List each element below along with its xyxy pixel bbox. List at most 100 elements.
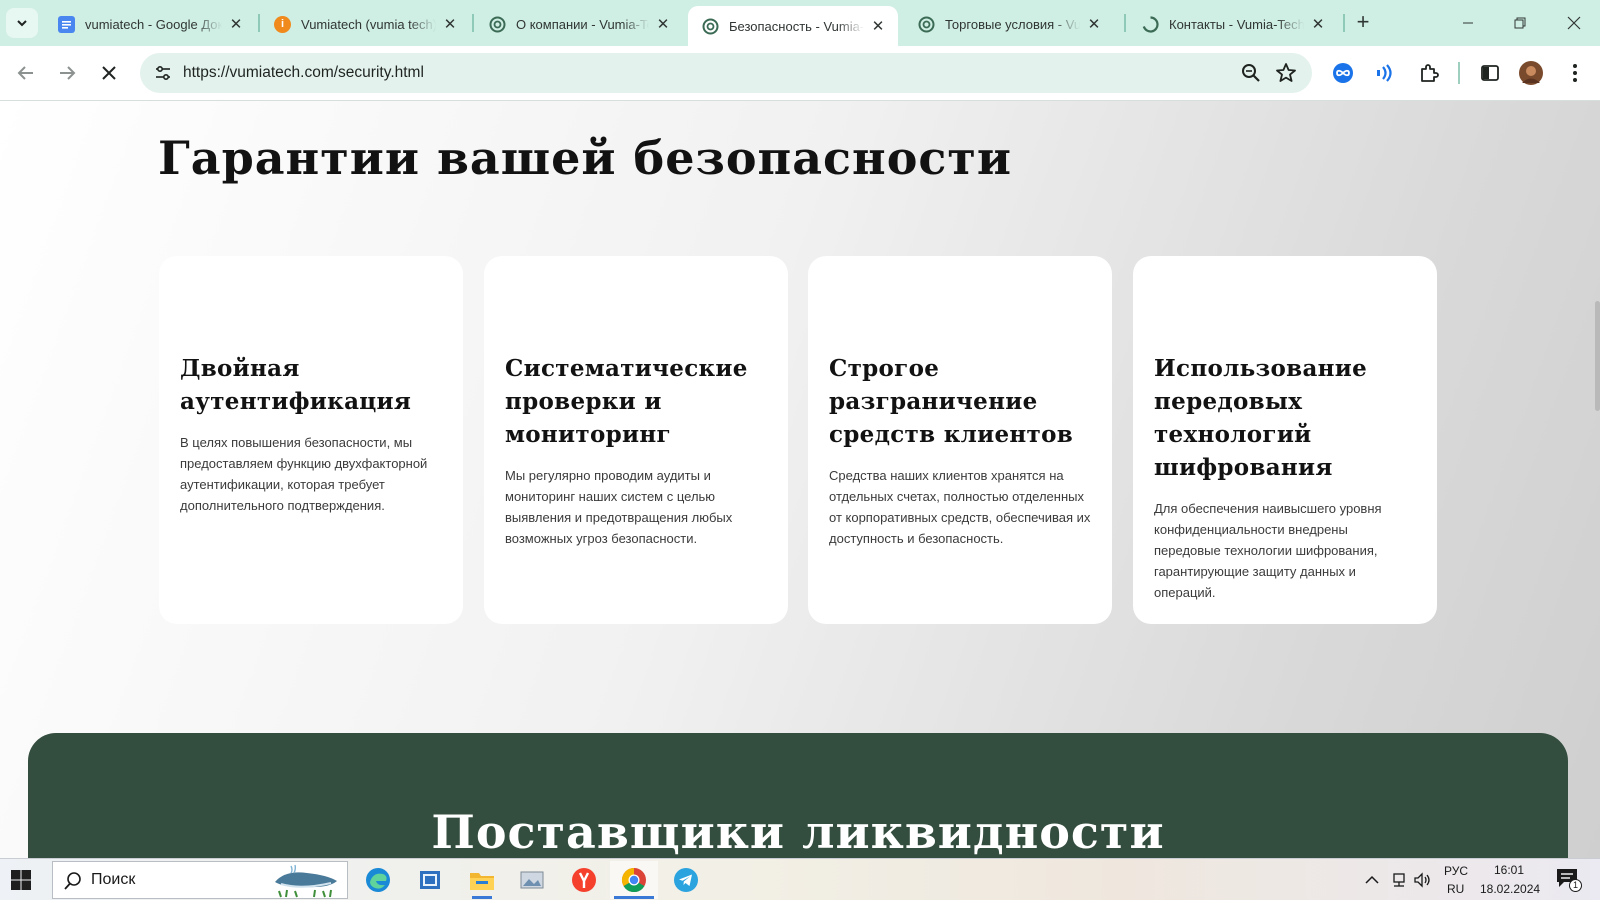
close-icon bbox=[102, 66, 116, 80]
bookmark-star-icon[interactable] bbox=[1274, 61, 1298, 85]
extension-infinity-icon[interactable] bbox=[1330, 60, 1356, 86]
more-vertical-icon bbox=[1573, 64, 1577, 82]
close-icon[interactable]: ✕ bbox=[1084, 14, 1104, 34]
close-icon[interactable]: ✕ bbox=[868, 16, 888, 36]
card-title: Использование передовых технологий шифро… bbox=[1154, 355, 1368, 481]
card-title: Систематические проверки и мониторинг bbox=[505, 355, 748, 448]
profile-avatar[interactable] bbox=[1518, 60, 1544, 86]
vumia-site-icon bbox=[702, 18, 719, 35]
arrow-right-icon bbox=[60, 66, 76, 80]
security-card-2fa: Двойная аутентификация В целях повышения… bbox=[159, 256, 463, 624]
close-icon[interactable]: ✕ bbox=[440, 14, 460, 34]
taskbar-yandex[interactable] bbox=[560, 861, 608, 899]
taskbar-photos[interactable] bbox=[508, 861, 556, 899]
chevron-up-icon[interactable] bbox=[1363, 871, 1381, 889]
security-card-encryption: Использование передовых технологий шифро… bbox=[1133, 256, 1437, 624]
search-label: Поиск bbox=[91, 871, 136, 888]
notification-count: 1 bbox=[1569, 879, 1582, 892]
site-info-button[interactable] bbox=[150, 60, 176, 86]
whale-illustration-icon bbox=[275, 864, 337, 898]
language-indicator-top[interactable]: РУС bbox=[1444, 864, 1468, 878]
restore-button[interactable] bbox=[1500, 8, 1540, 38]
page-scrollbar[interactable] bbox=[1595, 301, 1600, 411]
web-page-content: Гарантии вашей безопасности Двойная ауте… bbox=[0, 101, 1600, 858]
minimize-icon bbox=[1463, 22, 1473, 24]
browser-toolbar: https://vumiatech.com/security.html bbox=[0, 46, 1600, 101]
card-text: В целях повышения безопасности, мы предо… bbox=[180, 435, 428, 513]
tab-trading-conditions[interactable]: Торговые условия - Vumia-Tech ✕ bbox=[904, 6, 1114, 42]
taskbar-edge[interactable] bbox=[354, 861, 402, 899]
tab-title: Безопасность - Vumia-Tech bbox=[729, 18, 864, 34]
windows-taskbar: Поиск РУС RU 16:01 18.02.2024 1 bbox=[0, 858, 1600, 900]
close-icon[interactable]: ✕ bbox=[1308, 14, 1328, 34]
search-icon bbox=[64, 872, 81, 890]
clock-time[interactable]: 16:01 bbox=[1494, 863, 1524, 877]
zoom-icon[interactable] bbox=[1240, 62, 1262, 84]
arrow-left-icon bbox=[17, 66, 33, 80]
taskbar-search[interactable]: Поиск bbox=[52, 861, 348, 899]
tab-google-docs[interactable]: vumiatech - Google Документы ✕ bbox=[44, 6, 256, 42]
tab-title: Контакты - Vumia-Tech bbox=[1169, 16, 1304, 32]
taskbar-task-view[interactable] bbox=[406, 861, 454, 899]
volume-icon[interactable] bbox=[1413, 871, 1431, 889]
vumia-site-icon bbox=[489, 16, 506, 33]
close-icon bbox=[1567, 16, 1581, 30]
security-section-title: Гарантии вашей безопасности bbox=[158, 131, 1013, 185]
loading-icon bbox=[1142, 15, 1159, 33]
liquidity-providers-title: Поставщики ликвидности bbox=[431, 805, 1165, 858]
network-icon[interactable] bbox=[1390, 871, 1408, 889]
close-icon[interactable]: ✕ bbox=[226, 14, 246, 34]
card-text: Средства наших клиентов хранятся на отде… bbox=[829, 468, 1091, 546]
taskbar-file-explorer[interactable] bbox=[458, 861, 506, 899]
task-view-icon bbox=[420, 871, 440, 889]
chrome-icon bbox=[621, 868, 646, 893]
address-bar[interactable]: https://vumiatech.com/security.html bbox=[140, 53, 1312, 93]
tab-title: Торговые условия - Vumia-Tech bbox=[945, 16, 1080, 32]
side-panel-icon[interactable] bbox=[1477, 60, 1503, 86]
extension-sound-icon[interactable] bbox=[1372, 60, 1398, 86]
tab-contacts[interactable]: Контакты - Vumia-Tech ✕ bbox=[1128, 6, 1338, 42]
language-indicator-bottom[interactable]: RU bbox=[1447, 882, 1464, 896]
browser-menu-button[interactable] bbox=[1562, 60, 1588, 86]
windows-start-icon[interactable] bbox=[10, 869, 32, 891]
card-text: Для обеспечения наивысшего уровня конфид… bbox=[1154, 501, 1382, 600]
tune-icon bbox=[156, 65, 170, 81]
close-window-button[interactable] bbox=[1554, 8, 1594, 38]
tab-separator bbox=[472, 14, 474, 32]
chevron-down-icon bbox=[17, 20, 27, 27]
telegram-icon bbox=[674, 868, 698, 892]
liquidity-providers-section: Поставщики ликвидности bbox=[28, 733, 1568, 858]
close-icon[interactable]: ✕ bbox=[653, 14, 673, 34]
tab-security[interactable]: Безопасность - Vumia-Tech ✕ bbox=[688, 6, 898, 46]
url-text[interactable]: https://vumiatech.com/security.html bbox=[183, 64, 424, 82]
security-card-segregation: Строгое разграничение средств клиентов С… bbox=[808, 256, 1112, 624]
tab-separator bbox=[1343, 14, 1345, 32]
extensions-puzzle-icon[interactable] bbox=[1416, 60, 1442, 86]
card-title: Строгое разграничение средств клиентов bbox=[829, 355, 1074, 448]
back-button[interactable] bbox=[11, 58, 41, 88]
vumia-site-icon bbox=[918, 16, 935, 33]
photos-icon bbox=[520, 871, 544, 889]
restore-icon bbox=[1514, 17, 1526, 29]
clock-date[interactable]: 18.02.2024 bbox=[1480, 882, 1540, 896]
stop-loading-button[interactable] bbox=[94, 58, 124, 88]
toolbar-divider bbox=[1458, 62, 1460, 84]
yandex-icon bbox=[572, 868, 596, 892]
tab-separator bbox=[1124, 14, 1126, 32]
google-docs-icon bbox=[58, 15, 75, 33]
tab-search-button[interactable] bbox=[6, 8, 38, 38]
tab-about[interactable]: О компании - Vumia-Tech ✕ bbox=[475, 6, 683, 42]
card-text: Мы регулярно проводим аудиты и мониторин… bbox=[505, 468, 733, 546]
forward-button[interactable] bbox=[52, 58, 82, 88]
file-explorer-icon bbox=[470, 873, 494, 890]
tab-vumiatech-info[interactable]: i Vumiatech (vumia tech) ✕ bbox=[260, 6, 470, 42]
new-tab-button[interactable]: + bbox=[1350, 10, 1376, 36]
taskbar-chrome[interactable] bbox=[610, 861, 658, 899]
card-title: Двойная аутентификация bbox=[180, 355, 412, 415]
tab-title: О компании - Vumia-Tech bbox=[516, 16, 649, 32]
taskbar-telegram[interactable] bbox=[662, 861, 710, 899]
notifications-button[interactable]: 1 bbox=[1556, 868, 1582, 892]
security-card-monitoring: Систематические проверки и мониторинг Мы… bbox=[484, 256, 788, 624]
edge-icon bbox=[366, 868, 390, 892]
minimize-button[interactable] bbox=[1448, 8, 1488, 38]
